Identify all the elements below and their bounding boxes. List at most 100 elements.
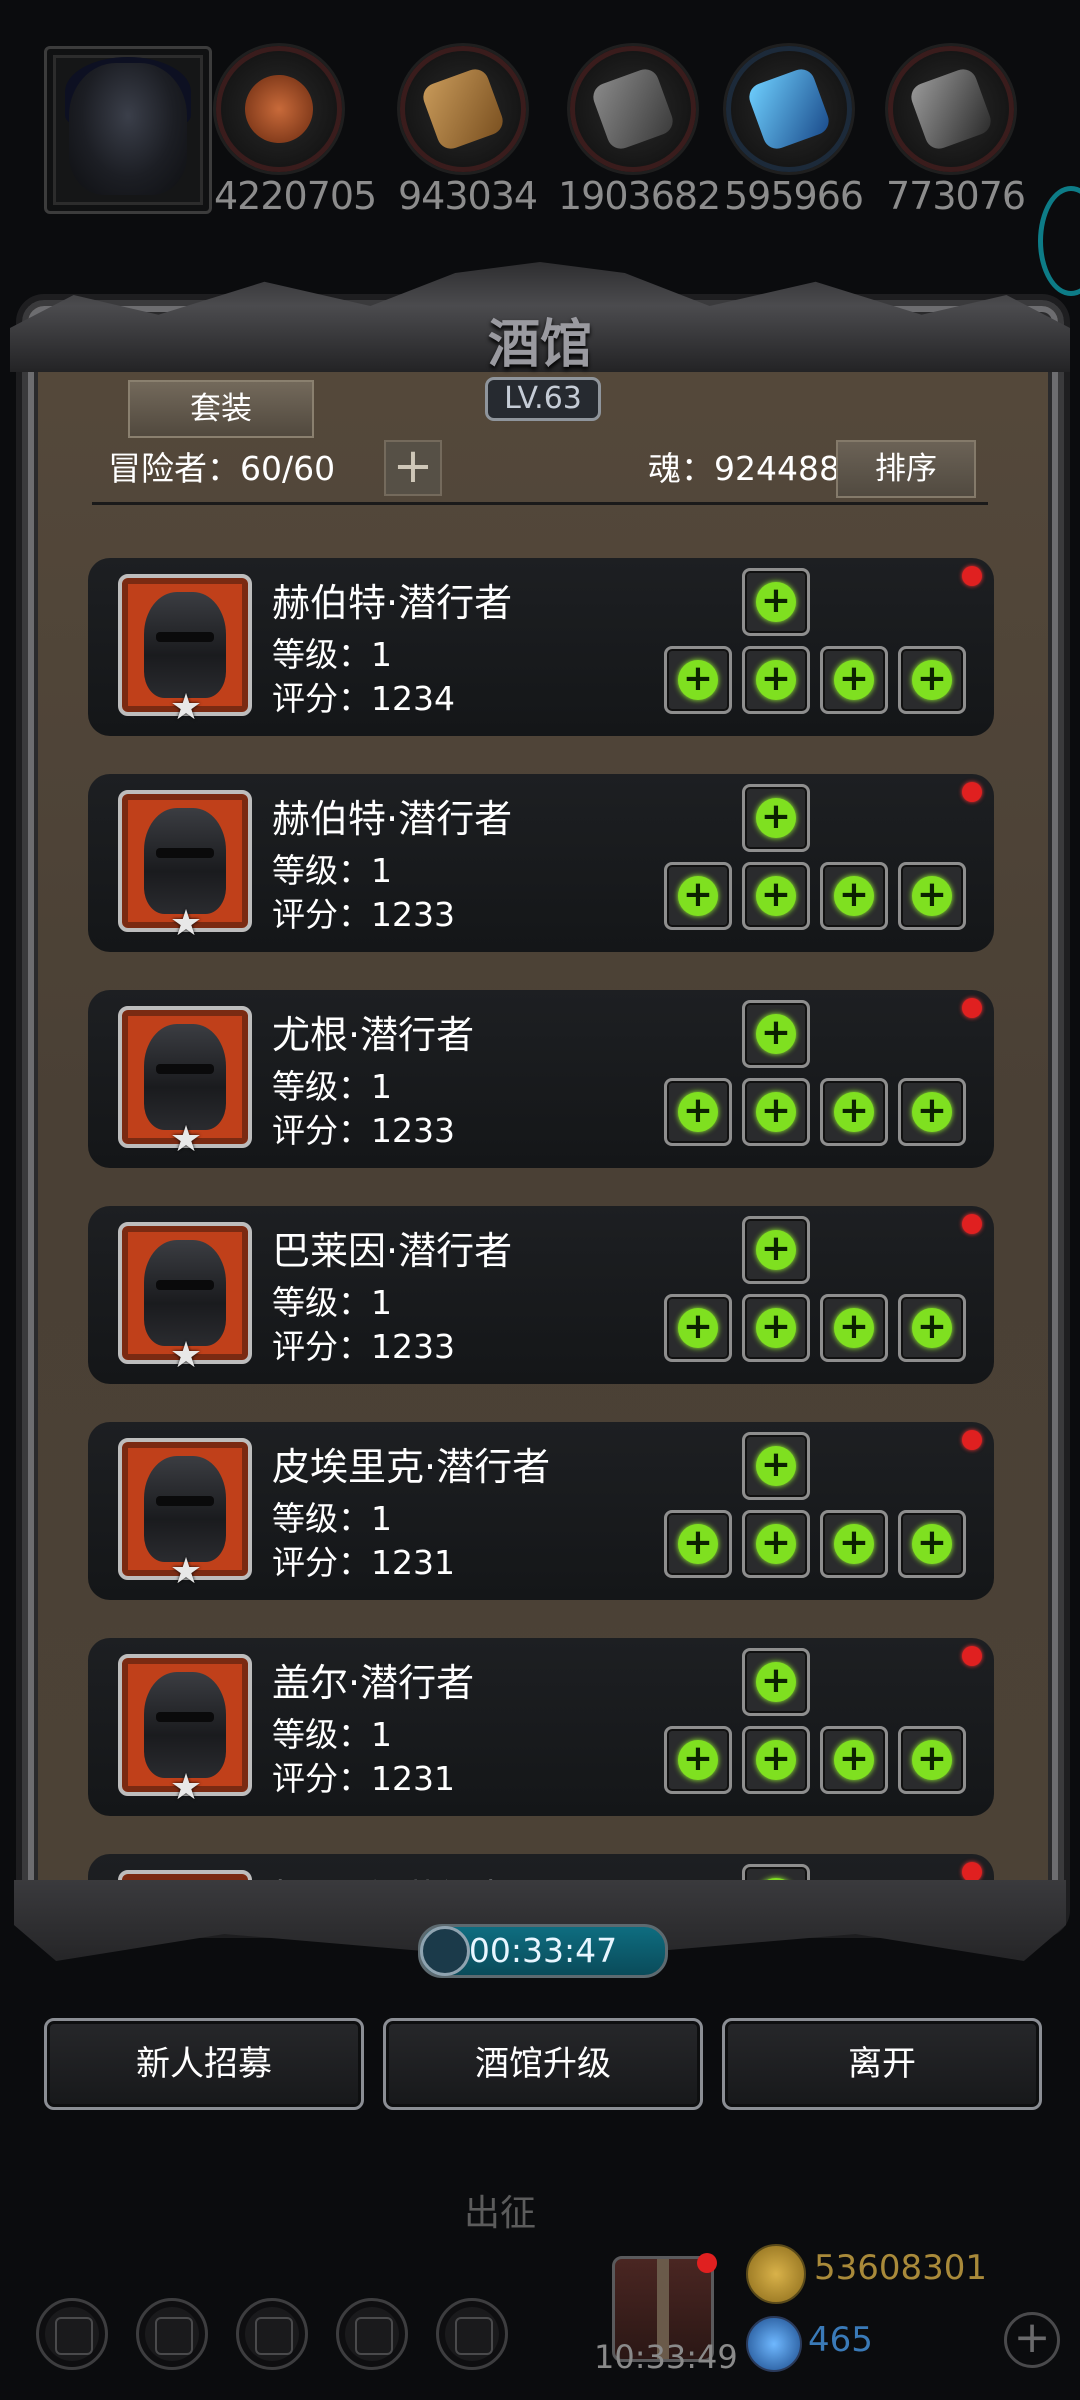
equip-slot-ring[interactable]: + [898,1294,966,1362]
equip-slot-helmet[interactable]: + [742,1648,810,1716]
bag-icon[interactable] [436,2298,508,2370]
star-icon: ★ [169,903,203,944]
resource-ore[interactable]: 4220705 [214,46,377,218]
sort-button[interactable]: 排序 [836,440,976,498]
mail-icon[interactable] [336,2298,408,2370]
plus-icon: + [912,1092,952,1132]
equip-slot-helmet[interactable]: + [742,1216,810,1284]
equip-slot-weapon[interactable]: + [664,862,732,930]
hero-row[interactable]: ★ 尤根·潜行者 等级：1 评分：1233 + + + + + [88,990,994,1168]
equip-slot-accessory[interactable]: + [820,1510,888,1578]
resource-steel[interactable]: 773076 [886,46,1026,218]
equip-slot-accessory[interactable]: + [820,1294,888,1362]
notification-dot [697,2253,717,2273]
equip-slot-helmet[interactable]: + [742,568,810,636]
equip-slot-accessory[interactable]: + [820,1078,888,1146]
equip-slot-ring[interactable]: + [898,646,966,714]
hero-portrait[interactable]: ★ [118,1006,252,1160]
hero-row[interactable]: ★ 盖尔·潜行者 等级：1 评分：1231 + + + + + [88,1638,994,1816]
settings-gear-icon[interactable] [36,2298,108,2370]
plus-icon: + [912,1524,952,1564]
equip-slot-accessory[interactable]: + [820,1726,888,1794]
hero-portrait[interactable]: ★ [118,1222,252,1376]
hero-row[interactable]: ★ 巴莱因·潜行者 等级：1 评分：1233 + + + + + [88,1206,994,1384]
hero-name: 巴莱因·潜行者 [272,1229,513,1273]
notification-dot [962,998,982,1018]
equip-slot-weapon[interactable]: + [664,1726,732,1794]
equip-slot-helmet[interactable]: + [742,1432,810,1500]
hero-row[interactable]: ★ 赫伯特·潜行者 等级：1 评分：1234 + + + + + [88,558,994,736]
equip-slot-armor[interactable]: + [742,1078,810,1146]
hero-row[interactable]: ★ 赫伯特·潜行者 等级：1 评分：1233 + + + + + [88,774,994,952]
recruit-button[interactable]: 新人招募 [44,2018,364,2110]
plus-icon: + [756,582,796,622]
add-currency-button[interactable]: + [1004,2312,1060,2368]
plus-icon: + [756,1230,796,1270]
equip-slot-helmet[interactable]: + [742,1000,810,1068]
equip-slot-weapon[interactable]: + [664,1510,732,1578]
hero-score: 评分：1231 [272,1543,455,1582]
plus-icon: + [912,876,952,916]
soul-count: 魂：924488 [648,449,840,488]
equip-slot-accessory[interactable]: + [820,646,888,714]
hero-score: 评分：1231 [272,1759,455,1798]
ninja-mask-icon [144,592,226,698]
suit-button[interactable]: 套装 [128,380,314,438]
hero-name: 皮埃里克·潜行者 [272,1445,551,1489]
clock-icon [420,1926,470,1976]
star-icon: ★ [169,687,203,728]
hero-star-icon[interactable] [136,2298,208,2370]
notification-dot [962,1214,982,1234]
player-avatar[interactable] [44,46,212,214]
equip-slot-ring[interactable]: + [898,1078,966,1146]
gem-amount: 465 [808,2320,873,2360]
hero-name: 赫伯特·潜行者 [272,581,513,625]
plus-icon: + [756,876,796,916]
equip-slot-armor[interactable]: + [742,646,810,714]
avatar-portrait [69,63,187,195]
upgrade-tavern-button[interactable]: 酒馆升级 [383,2018,703,2110]
equip-slot-armor[interactable]: + [742,1726,810,1794]
hero-level: 等级：1 [272,1499,392,1538]
plus-icon: + [834,1740,874,1780]
equip-slot-accessory[interactable]: + [820,862,888,930]
resource-bar: 4220705 943034 1903682 595966 773076 [0,0,1080,218]
resource-wood[interactable]: 943034 [398,46,538,218]
resource-iron[interactable]: 1903682 [558,46,721,218]
resource-value: 943034 [398,174,538,218]
hero-row[interactable]: ★ 皮埃里克·潜行者 等级：1 评分：1231 + + + + + [88,1422,994,1600]
equip-slot-ring[interactable]: + [898,1726,966,1794]
hero-list[interactable]: ★ 赫伯特·潜行者 等级：1 评分：1234 + + + + + ★ 赫伯特·潜… [88,520,994,1900]
plus-icon: + [756,1524,796,1564]
equip-slot-ring[interactable]: + [898,1510,966,1578]
plus-icon: + [756,660,796,700]
expedition-label[interactable]: 出征 [464,2184,536,2236]
plus-icon: + [912,1740,952,1780]
ore-icon [216,46,342,172]
notification-dot [962,1646,982,1666]
equip-slot-weapon[interactable]: + [664,1078,732,1146]
castle-icon[interactable] [236,2298,308,2370]
hero-portrait[interactable]: ★ [118,1654,252,1808]
tavern-level-badge: LV.63 [485,377,601,421]
iron-icon [570,46,696,172]
leave-button[interactable]: 离开 [722,2018,1042,2110]
plus-icon: + [756,1092,796,1132]
equip-slot-armor[interactable]: + [742,862,810,930]
star-icon: ★ [169,1335,203,1376]
hero-portrait[interactable]: ★ [118,574,252,728]
equip-slot-weapon[interactable]: + [664,1294,732,1362]
ninja-mask-icon [144,1240,226,1346]
resource-value: 773076 [886,174,1026,218]
resource-crystal[interactable]: 595966 [724,46,864,218]
equip-slot-ring[interactable]: + [898,862,966,930]
equip-slot-armor[interactable]: + [742,1294,810,1362]
equip-slot-helmet[interactable]: + [742,784,810,852]
equip-slot-weapon[interactable]: + [664,646,732,714]
hero-portrait[interactable]: ★ [118,790,252,944]
hero-portrait[interactable]: ★ [118,1438,252,1592]
expand-capacity-button[interactable]: + [384,440,442,496]
hero-level: 等级：1 [272,1715,392,1754]
equip-slot-armor[interactable]: + [742,1510,810,1578]
plus-icon: + [678,660,718,700]
